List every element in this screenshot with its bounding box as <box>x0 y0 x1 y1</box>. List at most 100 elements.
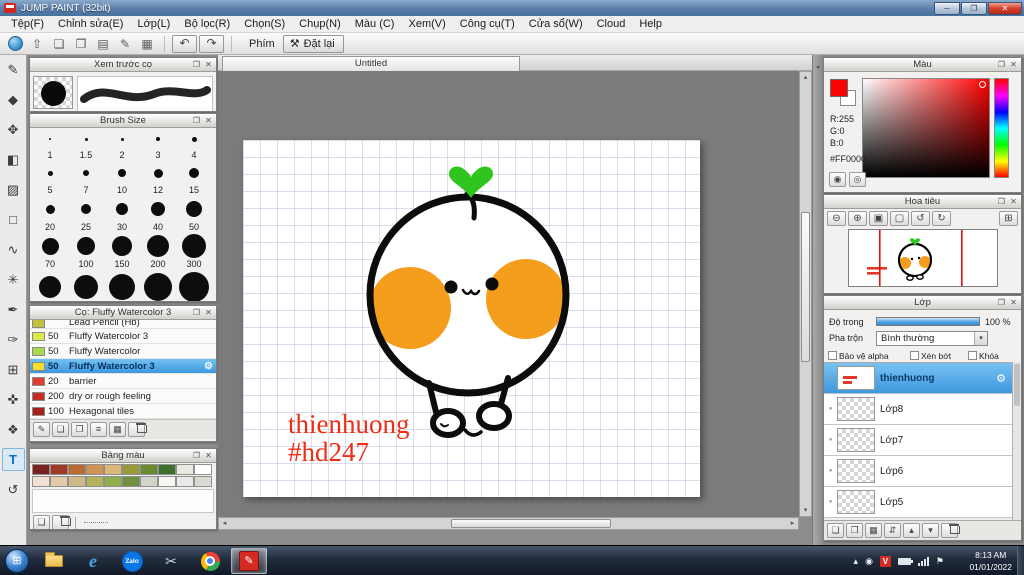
blend-mode-select[interactable]: Bình thường ▾ <box>876 331 988 346</box>
palette-swatch[interactable] <box>140 476 158 487</box>
delete-layer-button[interactable] <box>941 523 958 538</box>
brush-size-option[interactable]: 30 <box>104 196 140 233</box>
brush-size-option[interactable]: 20 <box>32 196 68 233</box>
zoom-out-button[interactable]: ⊖ <box>827 211 846 226</box>
tray-app-icon[interactable]: ◉ <box>865 556 873 567</box>
menu-item[interactable]: Bộ lọc(R) <box>177 17 237 31</box>
grid-icon[interactable]: ▦ <box>137 35 157 53</box>
unikey-icon[interactable]: V <box>879 555 891 567</box>
close-icon[interactable]: ✕ <box>1008 297 1019 308</box>
close-icon[interactable]: ✕ <box>203 59 214 70</box>
opacity-slider[interactable] <box>876 317 980 326</box>
panel-header[interactable]: Màu ❐ ✕ <box>824 58 1021 72</box>
close-icon[interactable]: ✕ <box>203 115 214 126</box>
panel-header[interactable]: Brush Size ❐ ✕ <box>30 114 216 128</box>
taskbar-zalo[interactable]: Zalo <box>114 548 150 574</box>
brush-size-option[interactable]: 150 <box>104 233 140 270</box>
export-icon[interactable]: ⇧ <box>27 35 47 53</box>
brush-folder-button[interactable]: ▦ <box>109 422 126 437</box>
brush-size-option[interactable]: 70 <box>32 233 68 270</box>
palette-swatch[interactable] <box>104 476 122 487</box>
panel-header[interactable]: Cọ: Fluffy Watercolor 3 ❐ ✕ <box>30 306 216 320</box>
brush-size-option[interactable]: 3 <box>140 128 176 161</box>
scroll-left-arrow[interactable]: ◂ <box>219 518 230 529</box>
battery-icon[interactable] <box>897 557 913 565</box>
palette-swatch[interactable] <box>176 476 194 487</box>
popout-icon[interactable]: ❐ <box>191 115 202 126</box>
brush-size-option[interactable] <box>68 270 104 301</box>
tool-eraser[interactable]: ◆ <box>2 88 25 111</box>
layer-list-scrollbar[interactable] <box>1012 362 1021 521</box>
zoom-fit-button[interactable]: ▣ <box>869 211 888 226</box>
new-palette-color-button[interactable]: ❏ <box>33 515 50 529</box>
brush-size-option[interactable] <box>140 270 176 301</box>
palette-swatch[interactable] <box>50 464 68 475</box>
chevron-down-icon[interactable]: ▾ <box>974 332 987 345</box>
popout-icon[interactable]: ❐ <box>996 297 1007 308</box>
action-center-flag-icon[interactable]: ⚑ <box>936 556 944 567</box>
palette-swatch[interactable] <box>32 476 50 487</box>
undo-button[interactable]: ↶ <box>172 34 197 53</box>
menu-item[interactable]: Cửa sổ(W) <box>522 17 590 31</box>
layer-row[interactable]: ● Lớp8 <box>824 394 1012 425</box>
brush-size-option[interactable]: 1.5 <box>68 128 104 161</box>
hue-slider[interactable] <box>994 78 1009 178</box>
document-icon[interactable]: ▤ <box>93 35 113 53</box>
tool-gradient[interactable]: ▨ <box>2 178 25 201</box>
visibility-icon[interactable]: ● <box>824 499 837 505</box>
brush-size-option[interactable]: 5 <box>32 161 68 196</box>
collapse-arrow-icon[interactable]: ◂ <box>813 63 822 71</box>
layer-down-button[interactable]: ▾ <box>922 523 939 538</box>
brush-size-option[interactable]: 10 <box>104 161 140 196</box>
brush-size-option[interactable]: 300 <box>176 233 212 270</box>
duplicate-layer-button[interactable]: ❐ <box>846 523 863 538</box>
brush-item[interactable]: 20 barrier <box>30 374 216 389</box>
hidden-icons-button[interactable]: ▴ <box>854 556 859 567</box>
visibility-icon[interactable]: ● <box>824 468 837 474</box>
brush-size-option[interactable] <box>176 270 212 301</box>
vertical-scrollbar[interactable]: ▴ ▾ <box>799 71 812 517</box>
lock-checkbox[interactable] <box>968 351 977 360</box>
brush-color-icon[interactable] <box>5 35 25 53</box>
gear-icon[interactable]: ⚙ <box>204 361 213 372</box>
delete-brush-button[interactable] <box>128 422 145 437</box>
start-button[interactable]: ⊞ <box>5 549 29 573</box>
layer-row[interactable]: ● Lớp7 <box>824 425 1012 456</box>
palette-swatch[interactable] <box>140 464 158 475</box>
brush-size-option[interactable]: 7 <box>68 161 104 196</box>
layer-scroll-thumb[interactable] <box>1014 364 1020 406</box>
tool-move[interactable]: ✥ <box>2 118 25 141</box>
visibility-icon[interactable]: ● <box>824 375 837 381</box>
palette-swatch[interactable] <box>104 464 122 475</box>
rotate-left-button[interactable]: ↺ <box>911 211 930 226</box>
rotate-right-button[interactable]: ↻ <box>932 211 951 226</box>
brush-size-option[interactable]: 2 <box>104 128 140 161</box>
memo-icon[interactable]: ❐ <box>71 35 91 53</box>
palette-swatch[interactable] <box>68 464 86 475</box>
tool-select-eraser[interactable]: ✑ <box>2 328 25 351</box>
menu-item[interactable]: Tệp(F) <box>4 17 51 31</box>
brush-item[interactable]: 50 Fluffy Watercolor 3 <box>30 329 216 344</box>
tool-select-rect[interactable]: □ <box>2 208 25 231</box>
menu-item[interactable]: Chọn(S) <box>237 17 292 31</box>
brush-size-option[interactable]: 50 <box>176 196 212 233</box>
brush-tip-thumbnail[interactable] <box>33 76 73 109</box>
tool-hand[interactable]: ❖ <box>2 418 25 441</box>
palette-swatch[interactable] <box>176 464 194 475</box>
taskbar-clock[interactable]: 8:13 AM 01/01/2022 <box>969 549 1012 573</box>
menu-item[interactable]: Công cụ(T) <box>453 17 522 31</box>
brush-size-option[interactable]: 1 <box>32 128 68 161</box>
canvas-viewport[interactable]: thienhuong #hd247 <box>218 71 812 517</box>
color-history-button[interactable]: ◉ <box>829 172 846 187</box>
brush-size-option[interactable]: 200 <box>140 233 176 270</box>
palette-swatch[interactable] <box>158 476 176 487</box>
new-layer-button[interactable]: ❏ <box>827 523 844 538</box>
duplicate-brush-button[interactable]: ❐ <box>71 422 88 437</box>
navigator-thumbnail[interactable] <box>848 229 998 287</box>
palette-swatch[interactable] <box>50 476 68 487</box>
zoom-100-button[interactable]: ▢ <box>890 211 909 226</box>
edit-document-icon[interactable]: ✎ <box>115 35 135 53</box>
palette-swatch[interactable] <box>194 476 212 487</box>
palette-swatch[interactable] <box>194 464 212 475</box>
panel-header[interactable]: Lớp ❐ ✕ <box>824 296 1021 310</box>
